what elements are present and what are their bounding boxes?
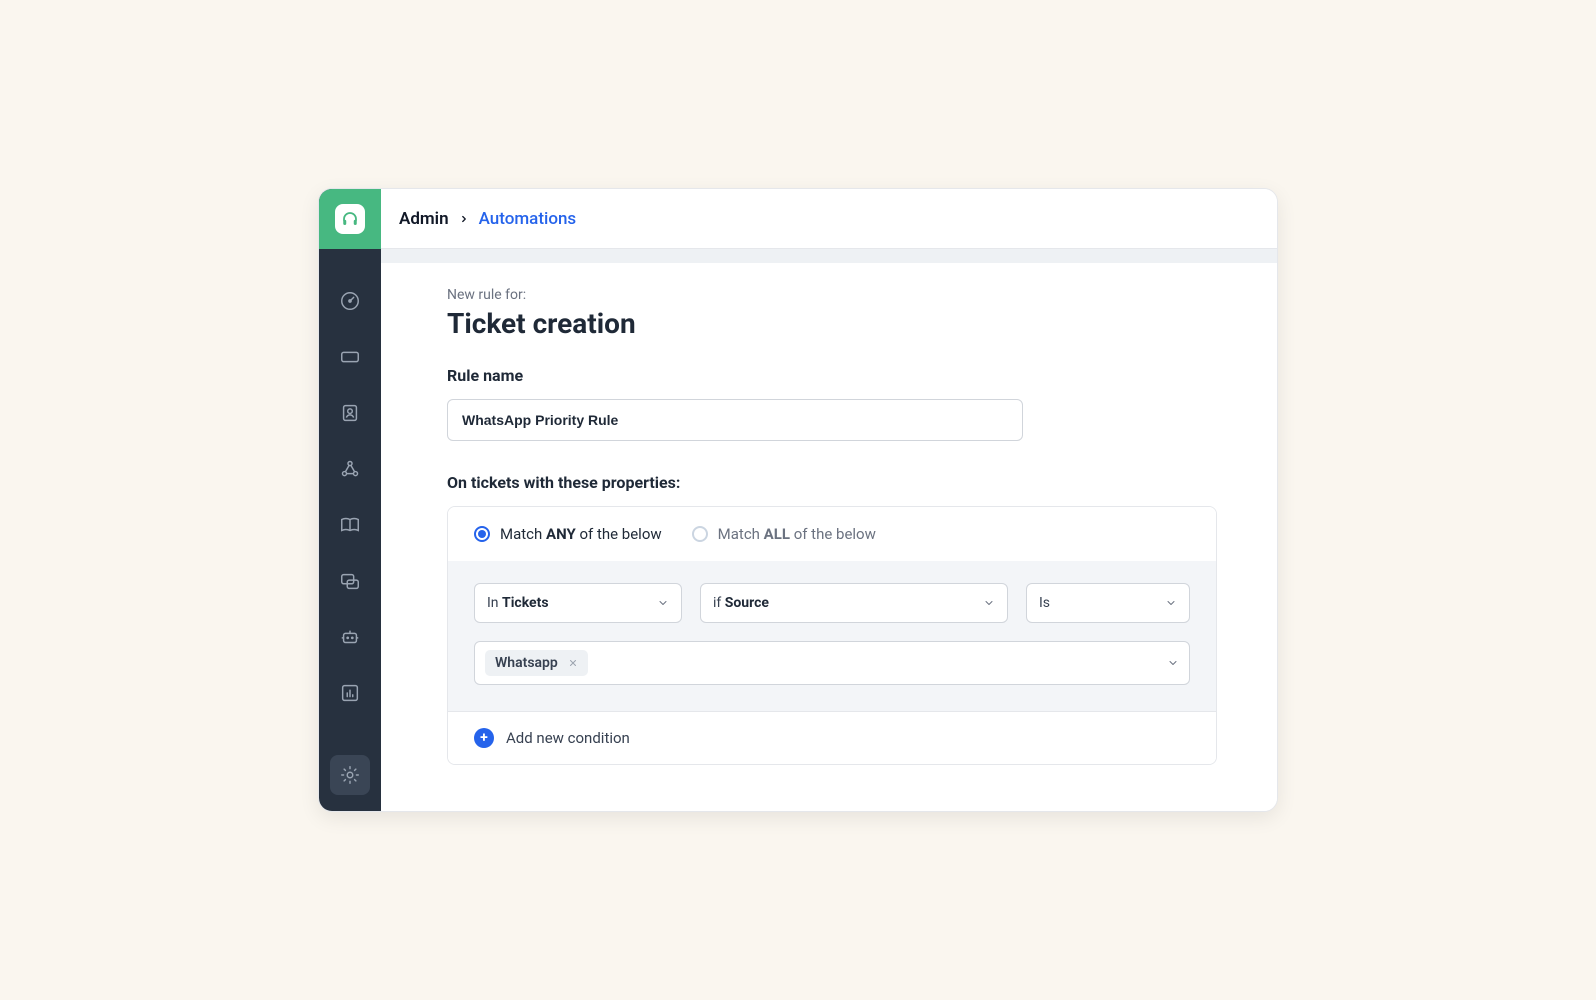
ticket-icon <box>339 346 361 368</box>
condition-operator-select[interactable]: Is <box>1026 583 1190 623</box>
app-window: Admin Automations New rule for: Ticket c… <box>318 188 1278 812</box>
sidebar-nav <box>338 289 362 755</box>
conditions-body: In Tickets if Source Is <box>448 561 1216 711</box>
breadcrumb-current[interactable]: Automations <box>479 209 577 229</box>
match-row: Match ANY of the below Match ALL of the … <box>448 507 1216 561</box>
match-any-radio[interactable]: Match ANY of the below <box>474 525 662 543</box>
breadcrumb-root[interactable]: Admin <box>399 209 449 229</box>
sidebar-contacts[interactable] <box>338 401 362 425</box>
main: Admin Automations New rule for: Ticket c… <box>381 189 1278 811</box>
headphones-icon <box>341 210 359 228</box>
chevron-down-icon <box>657 597 669 609</box>
add-condition-label: Add new condition <box>506 729 630 747</box>
gear-icon <box>339 764 361 786</box>
bot-icon <box>339 626 361 648</box>
breadcrumb: Admin Automations <box>381 189 1278 249</box>
sidebar-knowledge[interactable] <box>338 513 362 537</box>
book-icon <box>339 514 361 536</box>
condition-value-select[interactable]: Whatsapp <box>474 641 1190 685</box>
nodes-icon <box>339 458 361 480</box>
app-logo <box>335 204 365 234</box>
chart-icon <box>339 682 361 704</box>
content: New rule for: Ticket creation Rule name … <box>381 263 1278 765</box>
value-tag-label: Whatsapp <box>495 655 558 671</box>
properties-heading: On tickets with these properties: <box>447 473 1217 492</box>
page-title: Ticket creation <box>447 307 1217 340</box>
logo-cell <box>319 189 381 249</box>
sidebar-chat[interactable] <box>338 569 362 593</box>
divider-bar <box>381 249 1278 263</box>
match-all-radio[interactable]: Match ALL of the below <box>692 525 876 543</box>
sidebar <box>319 189 381 811</box>
radio-unselected-icon <box>692 526 708 542</box>
tag-remove-icon[interactable] <box>568 658 578 668</box>
rule-name-label: Rule name <box>447 366 1217 385</box>
rule-name-input[interactable] <box>447 399 1023 441</box>
condition-card: Match ANY of the below Match ALL of the … <box>447 506 1217 765</box>
chat-icon <box>339 570 361 592</box>
contact-icon <box>339 402 361 424</box>
add-condition-button[interactable]: + Add new condition <box>448 711 1216 764</box>
condition-scope-select[interactable]: In Tickets <box>474 583 682 623</box>
condition-field-select[interactable]: if Source <box>700 583 1008 623</box>
chevron-down-icon <box>1165 597 1177 609</box>
sidebar-bot[interactable] <box>338 625 362 649</box>
gauge-icon <box>339 290 361 312</box>
sidebar-settings[interactable] <box>330 755 370 795</box>
sidebar-tickets[interactable] <box>338 345 362 369</box>
plus-icon: + <box>474 728 494 748</box>
sidebar-dashboard[interactable] <box>338 289 362 313</box>
match-all-label: Match ALL of the below <box>718 525 876 543</box>
value-tag: Whatsapp <box>485 650 588 676</box>
chevron-right-icon <box>459 214 469 224</box>
condition-select-row: In Tickets if Source Is <box>474 583 1190 623</box>
chevron-down-icon <box>1167 657 1179 669</box>
radio-selected-icon <box>474 526 490 542</box>
chevron-down-icon <box>983 597 995 609</box>
sidebar-reports[interactable] <box>338 681 362 705</box>
match-any-label: Match ANY of the below <box>500 525 662 543</box>
sidebar-network[interactable] <box>338 457 362 481</box>
page-overline: New rule for: <box>447 287 1217 303</box>
